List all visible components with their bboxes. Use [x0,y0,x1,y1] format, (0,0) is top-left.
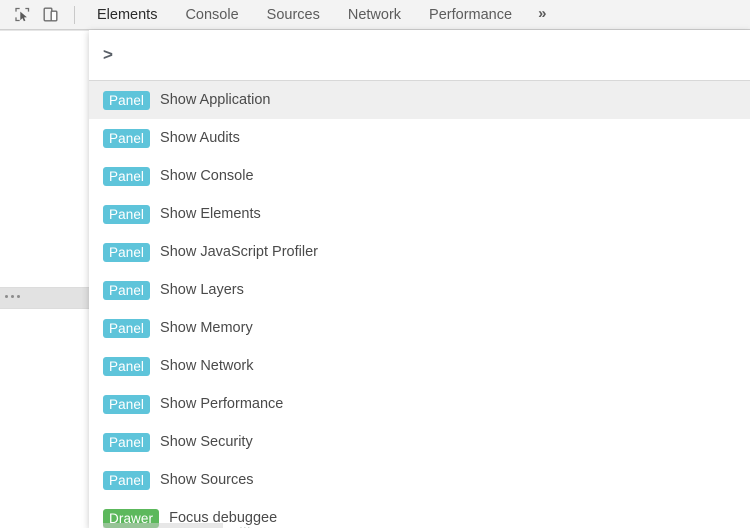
command-item-badge: Panel [103,356,151,376]
command-item[interactable]: Panel Show Security [89,423,750,461]
command-item-badge: Panel [103,432,151,452]
command-item-title: Focus debuggee [169,510,278,526]
command-item-badge: Panel [103,280,151,300]
command-item-title: Show Console [160,168,254,184]
command-item-badge: Panel [103,90,151,110]
inspect-element-button[interactable] [8,2,36,28]
command-item-title: Show Security [160,434,253,450]
command-search-input[interactable] [123,44,723,66]
tabs-overflow-chevron-icon[interactable]: » [526,0,558,30]
command-item-badge: Panel [103,318,151,338]
command-item[interactable]: Panel Show Memory [89,309,750,347]
command-item-title: Show Layers [160,282,244,298]
command-item[interactable]: Drawer Focus debuggee [89,499,750,528]
command-item-title: Show Performance [160,396,284,412]
command-item[interactable]: Panel Show Console [89,157,750,195]
command-item-badge: Panel [103,242,151,262]
tab-sources[interactable]: Sources [253,0,334,30]
command-item[interactable]: Panel Show Sources [89,461,750,499]
devtools-toolbar: Elements Console Sources Network Perform… [0,0,750,30]
device-toolbar-icon [42,6,59,23]
command-item-title: Show Audits [160,130,240,146]
command-item[interactable]: Panel Show Network [89,347,750,385]
inspected-page-content [0,30,89,288]
page-overflow-strip[interactable] [0,287,89,309]
panel-tab-strip: Elements Console Sources Network Perform… [83,0,558,30]
command-item-title: Show Sources [160,472,254,488]
command-item[interactable]: Panel Show Elements [89,195,750,233]
command-list: Panel Show Application Panel Show Audits… [89,81,750,528]
page-overflow-dots-icon[interactable] [5,295,20,298]
inspect-cursor-icon [14,6,31,23]
command-item-badge: Panel [103,166,151,186]
command-item[interactable]: Panel Show JavaScript Profiler [89,233,750,271]
command-item-badge: Panel [103,128,151,148]
command-item-title: Show Elements [160,206,261,222]
command-prompt-caret-icon: > [103,45,113,64]
toolbar-divider [74,5,75,24]
command-item-badge: Panel [103,394,151,414]
command-item-badge: Panel [103,470,151,490]
tab-performance[interactable]: Performance [415,0,526,30]
tab-network[interactable]: Network [334,0,415,30]
command-item[interactable]: Panel Show Performance [89,385,750,423]
command-item-title: Show Memory [160,320,253,336]
command-item-title: Show Application [160,92,271,108]
command-menu: > Panel Show Application Panel Show Audi… [89,30,750,528]
tab-console[interactable]: Console [171,0,252,30]
devtools-screenshot-root: Elements Console Sources Network Perform… [0,0,750,528]
command-item[interactable]: Panel Show Layers [89,271,750,309]
command-item-badge: Drawer [103,508,160,528]
command-item[interactable]: Panel Show Audits [89,119,750,157]
command-item-badge: Panel [103,204,151,224]
command-item-title: Show JavaScript Profiler [160,244,318,260]
toggle-device-toolbar-button[interactable] [36,2,64,28]
command-input-area[interactable]: > [89,30,750,81]
command-item-title: Show Network [160,358,254,374]
tab-elements[interactable]: Elements [83,0,171,30]
command-item[interactable]: Panel Show Application [89,81,750,119]
